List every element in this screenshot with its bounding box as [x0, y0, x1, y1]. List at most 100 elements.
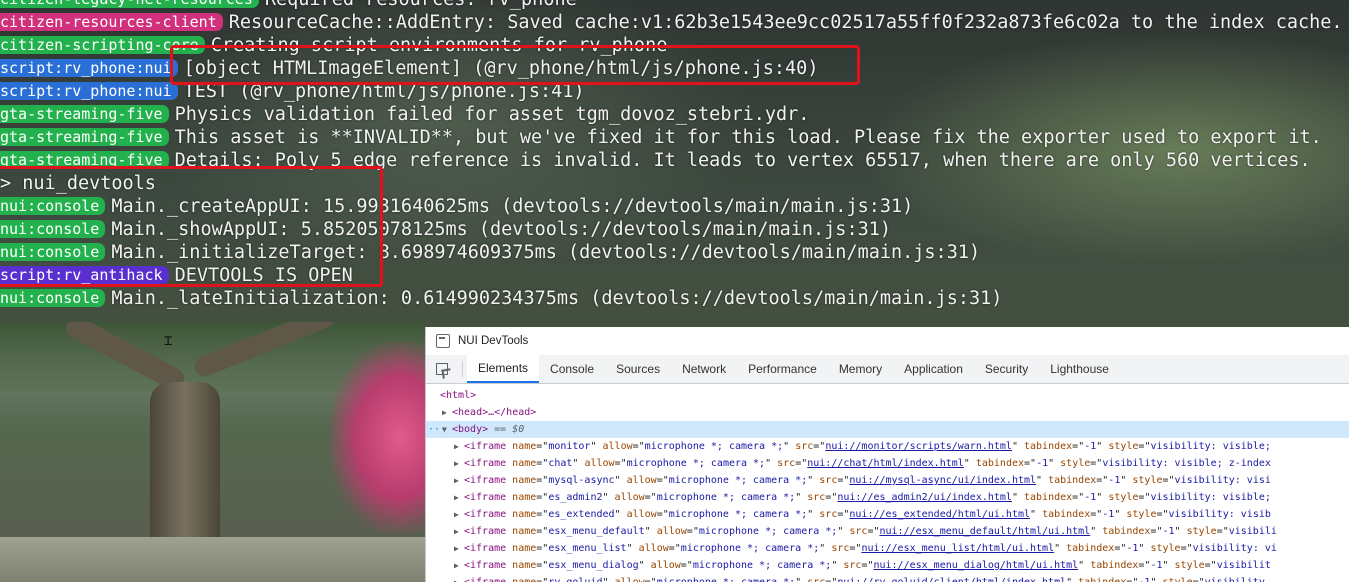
- punct: ": [626, 543, 639, 554]
- punct: =": [668, 543, 681, 554]
- punct: =": [1138, 441, 1151, 452]
- dom-node-iframe[interactable]: ▶ <iframe name="chat" allow="microphone *…: [426, 455, 1349, 472]
- attr-value: visibility: [1205, 577, 1265, 582]
- expand-triangle-icon[interactable]: ▶: [442, 404, 452, 421]
- console-message: Required resources: rv_phone: [265, 0, 577, 10]
- punct: ": [1048, 458, 1061, 469]
- nui-devtools-window[interactable]: NUI DevTools Elements Console Sources Netwo…: [425, 327, 1349, 582]
- src-link[interactable]: nui://monitor/scripts/warn.html: [825, 441, 1012, 452]
- punct: =": [837, 475, 850, 486]
- punct: =": [1138, 492, 1151, 503]
- punct: ": [963, 458, 976, 469]
- punct: =": [536, 441, 549, 452]
- punct: ": [1030, 509, 1043, 520]
- punct: =": [1072, 492, 1085, 503]
- punct: =": [536, 543, 549, 554]
- punct: ": [1011, 441, 1024, 452]
- dom-node-iframe[interactable]: ▶ <iframe name="esx_menu_list" allow="mic…: [426, 540, 1349, 557]
- expand-triangle-icon[interactable]: ▶: [454, 455, 464, 472]
- punct: ": [819, 543, 832, 554]
- dom-node-iframe[interactable]: ▶ <iframe name="es_extended" allow="micro…: [426, 506, 1349, 523]
- punct: ": [638, 560, 651, 571]
- punct: =": [645, 577, 657, 582]
- tab-performance[interactable]: Performance: [737, 355, 828, 383]
- devtools-app-icon: [436, 334, 450, 348]
- punct: ": [1150, 577, 1162, 582]
- punct: ": [1011, 492, 1024, 503]
- dom-node-head[interactable]: ▶ <head>…</head>: [426, 404, 1349, 421]
- tag-open: <iframe: [464, 475, 513, 486]
- dom-node-iframe[interactable]: ▶ <iframe name="esx_menu_default" allow="…: [426, 523, 1349, 540]
- src-link[interactable]: nui://esx_menu_list/html/ui.html: [861, 543, 1054, 554]
- attr-value: esx_menu_list: [548, 543, 627, 554]
- src-link[interactable]: nui://esx_menu_dialog/html/ui.html: [873, 560, 1078, 571]
- dom-node-html[interactable]: <html>: [426, 387, 1349, 404]
- dom-node-iframe[interactable]: ▶ <iframe name="mysql-async" allow="micro…: [426, 472, 1349, 489]
- inspect-icon: [436, 363, 448, 375]
- divider: [462, 361, 463, 377]
- attr-value: microphone *; camera *;: [656, 492, 796, 503]
- punct: =": [614, 458, 627, 469]
- punct: =": [632, 441, 645, 452]
- elements-dom-tree[interactable]: <html> ▶ <head>…</head> ··· ▼ <body> == $0…: [426, 384, 1349, 582]
- attr-name: src: [807, 492, 826, 503]
- attr-value: -1: [1150, 560, 1163, 571]
- punct: ": [795, 577, 807, 582]
- dom-node-iframe[interactable]: ▶ <iframe name="esx_menu_dialog" allow="m…: [426, 557, 1349, 574]
- punct: =": [1090, 458, 1103, 469]
- tab-memory[interactable]: Memory: [828, 355, 893, 383]
- tab-lighthouse[interactable]: Lighthouse: [1039, 355, 1120, 383]
- src-link[interactable]: nui://rv_goluid/client/html/index.html: [837, 577, 1066, 582]
- channel-tag: script:rv_phone:nui: [0, 59, 178, 77]
- attr-name: allow: [626, 509, 657, 520]
- punct: ": [783, 441, 796, 452]
- punct: =": [536, 526, 549, 537]
- tag-open: <iframe: [464, 441, 513, 452]
- more-options-icon[interactable]: ···: [428, 421, 446, 438]
- expand-triangle-icon[interactable]: ▶: [454, 472, 464, 489]
- attr-name: name: [512, 509, 537, 520]
- punct: ": [831, 560, 844, 571]
- punct: =": [1090, 509, 1103, 520]
- expand-triangle-icon[interactable]: ▶: [454, 506, 464, 523]
- expand-triangle-icon[interactable]: ▶: [454, 438, 464, 455]
- punct: =": [813, 441, 826, 452]
- expand-triangle-icon[interactable]: ▶: [454, 557, 464, 574]
- src-link[interactable]: nui://mysql-async/ui/index.html: [849, 475, 1036, 486]
- src-link[interactable]: nui://chat/html/index.html: [807, 458, 964, 469]
- tab-sources[interactable]: Sources: [605, 355, 671, 383]
- devtools-titlebar[interactable]: NUI DevTools: [426, 327, 1349, 355]
- attr-value: visibility: visible;: [1150, 441, 1271, 452]
- punct: ": [644, 526, 657, 537]
- tab-application[interactable]: Application: [893, 355, 974, 383]
- dom-node-iframe[interactable]: ▶<iframe name="rv_goluid" allow="microph…: [426, 574, 1349, 582]
- punct: =": [1150, 526, 1163, 537]
- attr-value: -1: [1102, 509, 1115, 520]
- punct: ": [1120, 475, 1133, 486]
- punct: =": [536, 560, 549, 571]
- tab-elements[interactable]: Elements: [467, 355, 540, 383]
- punct: ": [590, 441, 603, 452]
- dom-node-iframe[interactable]: ▶ <iframe name="monitor" allow="microphon…: [426, 438, 1349, 455]
- attr-name: style: [1060, 458, 1091, 469]
- channel-tag: nui:console: [0, 289, 106, 307]
- dom-node-body[interactable]: ··· ▼ <body> == $0: [426, 421, 1349, 438]
- attr-name: src: [777, 458, 796, 469]
- src-link[interactable]: nui://es_extended/html/ui.html: [849, 509, 1030, 520]
- dom-node-iframe[interactable]: ▶ <iframe name="es_admin2" allow="microph…: [426, 489, 1349, 506]
- src-link[interactable]: nui://es_admin2/ui/index.html: [837, 492, 1012, 503]
- expand-triangle-icon[interactable]: ▶: [454, 574, 464, 582]
- attr-name: tabindex: [1042, 509, 1091, 520]
- tab-network[interactable]: Network: [671, 355, 737, 383]
- inspect-element-button[interactable]: [426, 355, 458, 383]
- tab-console[interactable]: Console: [539, 355, 605, 383]
- attr-value: microphone *; camera *;: [680, 543, 820, 554]
- punct: ": [1036, 475, 1049, 486]
- src-link[interactable]: nui://esx_menu_default/html/ui.html: [879, 526, 1090, 537]
- attr-name: name: [512, 441, 537, 452]
- expand-triangle-icon[interactable]: ▶: [454, 523, 464, 540]
- expand-triangle-icon[interactable]: ▶: [454, 540, 464, 557]
- expand-triangle-icon[interactable]: ▶: [454, 489, 464, 506]
- attr-value: visibility: visi: [1174, 475, 1271, 486]
- tab-security[interactable]: Security: [974, 355, 1039, 383]
